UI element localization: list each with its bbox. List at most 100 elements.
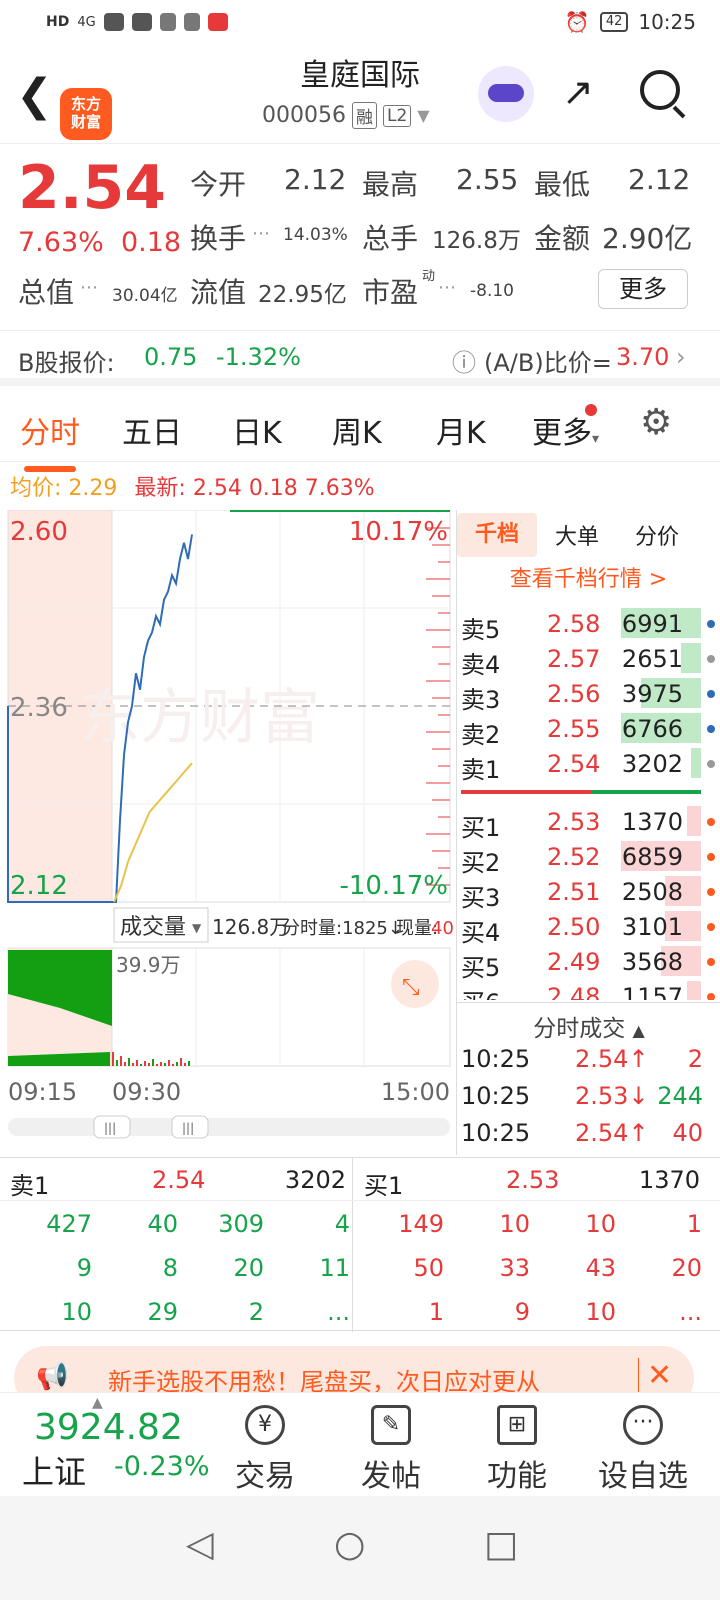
index-pct[interactable]: -0.23% bbox=[114, 1451, 210, 1482]
expand-icon[interactable]: ⤡ bbox=[402, 975, 420, 1000]
volume-total: 126.8万 bbox=[212, 915, 289, 939]
range-slider-track[interactable] bbox=[8, 1118, 450, 1136]
index-name[interactable]: 上证 bbox=[22, 1447, 86, 1493]
last-price: 2.54 bbox=[18, 153, 167, 223]
index-value[interactable]: 3924.82 bbox=[34, 1407, 183, 1448]
trades-panel[interactable]: 分时成交 ▲ 10:25 2.54↑ 2 10:25 2.53↓ 244 10:25 2.54… bbox=[457, 1002, 720, 1155]
queue-divider bbox=[0, 1200, 720, 1201]
bid-row[interactable]: 买5 2.49 3568 bbox=[457, 944, 720, 982]
b-share-price: 0.75 bbox=[144, 343, 198, 371]
intraday-chart-svg[interactable]: 东方财富 2.60 2.36 2.12 10.17% -10.17% 成交量 ▼… bbox=[0, 509, 456, 1160]
bid-row[interactable]: 买3 2.51 2508 bbox=[457, 874, 720, 912]
float-label: 流值 bbox=[190, 276, 247, 309]
b-share-row[interactable]: B股报价: 0.75 -1.32% ⓘ (A/B)比价= 3.70 › bbox=[0, 330, 720, 386]
bid-price: 2.50 bbox=[547, 913, 601, 941]
stock-name[interactable]: 皇庭国际 bbox=[0, 50, 720, 94]
volume-value: 126.8万 bbox=[432, 228, 521, 254]
status-dot bbox=[707, 818, 715, 826]
queue-sell-volume: 3202 bbox=[284, 1166, 346, 1194]
wechat-icon bbox=[159, 13, 176, 31]
nav-add-watchlist[interactable]: ··· 设自选 bbox=[598, 1405, 688, 1495]
y-top-label: 2.60 bbox=[10, 517, 68, 547]
status-bar: HD 4G ⏰ 42 10:25 bbox=[0, 0, 720, 44]
pe-label: 市盈 bbox=[362, 276, 419, 309]
help-icon[interactable]: ⓘ bbox=[452, 343, 476, 378]
nav-post[interactable]: ✎ 发帖 bbox=[346, 1405, 436, 1495]
bid-label: 买3 bbox=[461, 884, 501, 912]
volume-max-label: 39.9万 bbox=[116, 953, 181, 977]
system-nav-bar: ◁ ○ □ bbox=[0, 1496, 720, 1600]
home-circle-icon[interactable]: ○ bbox=[334, 1524, 365, 1565]
queue-sell-cell: 8 bbox=[162, 1254, 178, 1282]
nav-trade[interactable]: ¥ 交易 bbox=[220, 1405, 310, 1495]
queue-buy-cell: 1 bbox=[428, 1298, 444, 1326]
search-icon[interactable] bbox=[640, 70, 680, 110]
quote-panel: 2.54 7.63% 0.18 今开 2.12 最高 2.55 最低 2.12 … bbox=[0, 145, 720, 330]
y-bot-label: 2.12 bbox=[10, 871, 68, 901]
bid-price: 2.48 bbox=[547, 983, 601, 1000]
queue-sell-cell: 309 bbox=[218, 1210, 264, 1238]
trades-title: 分时成交 ▲ bbox=[533, 1016, 645, 1042]
queue-buy-cell: 10 bbox=[585, 1210, 616, 1238]
queue-buy-cell: 10 bbox=[585, 1298, 616, 1326]
volume-bar bbox=[140, 1064, 142, 1066]
bid-row[interactable]: 买6 2.48 1157 bbox=[457, 979, 720, 1000]
info-icon[interactable]: ⋯ bbox=[438, 277, 456, 298]
y-mid-label: 2.36 bbox=[10, 693, 68, 723]
bid-row[interactable]: 买1 2.53 1370 bbox=[457, 804, 720, 842]
trade-time: 10:25 bbox=[461, 1119, 531, 1147]
bid-label: 买4 bbox=[461, 919, 501, 947]
queue-sell-cell: 9 bbox=[76, 1254, 92, 1282]
tab-five-day[interactable]: 五日 bbox=[122, 408, 182, 452]
open-label: 今开 bbox=[190, 168, 247, 201]
volume-bar bbox=[120, 1056, 122, 1066]
bid-row[interactable]: 买4 2.50 3101 bbox=[457, 909, 720, 947]
intraday-chart[interactable]: 东方财富 2.60 2.36 2.12 10.17% -10.17% 成交量 ▼… bbox=[0, 509, 456, 1160]
avg-line bbox=[113, 762, 193, 903]
ab-ratio-label: (A/B)比价= bbox=[484, 349, 612, 377]
back-triangle-icon[interactable]: ◁ bbox=[186, 1524, 214, 1565]
tab-intraday[interactable]: 分时 bbox=[20, 408, 80, 472]
queue-buy-cell: 20 bbox=[671, 1254, 702, 1282]
more-button[interactable]: 更多 bbox=[598, 269, 688, 309]
volume-label: 成交量 bbox=[120, 915, 186, 940]
queue-sell-cell: 4 bbox=[334, 1210, 350, 1238]
grid-icon: ⊞ bbox=[497, 1405, 537, 1445]
volume-bar bbox=[168, 1060, 170, 1066]
ab-ratio-value: 3.70 bbox=[616, 343, 670, 371]
minute-volume: 分时量:1825↓ bbox=[282, 918, 403, 939]
trade-row: 10:25 2.54↑ 2 bbox=[457, 1045, 720, 1079]
info-icon[interactable]: ⋯ bbox=[252, 223, 270, 244]
volume-bar bbox=[132, 1063, 134, 1066]
low-value: 2.12 bbox=[628, 163, 691, 196]
stock-header: ❮ 东方 财富 皇庭国际 000056 融 L2 ▼ ↗ bbox=[0, 44, 720, 144]
tab-weekly-k[interactable]: 周K bbox=[332, 408, 382, 452]
nav-functions[interactable]: ⊞ 功能 bbox=[472, 1405, 562, 1495]
info-icon[interactable]: ⋯ bbox=[80, 277, 98, 298]
turnover-label: 换手 bbox=[190, 222, 247, 255]
tab-monthly-k[interactable]: 月K bbox=[436, 408, 486, 452]
trade-row: 10:25 2.53↓ 244 bbox=[457, 1082, 720, 1116]
share-icon[interactable]: ↗ bbox=[562, 70, 594, 114]
volume-label: 总手 bbox=[362, 222, 419, 255]
bid-row[interactable]: 买2 2.52 6859 bbox=[457, 839, 720, 877]
high-label: 最高 bbox=[362, 168, 419, 201]
app-logo[interactable]: 东方 财富 bbox=[60, 88, 112, 140]
gear-icon[interactable]: ⚙ bbox=[640, 402, 672, 443]
tab-more[interactable]: 更多▾ bbox=[532, 404, 599, 452]
bid-label: 买5 bbox=[461, 954, 501, 982]
queue-sell-cell: 29 bbox=[147, 1298, 178, 1326]
volume-bar bbox=[160, 1062, 162, 1066]
volume-bar bbox=[156, 1064, 158, 1066]
recent-square-icon[interactable]: □ bbox=[484, 1524, 518, 1565]
queue-sell-cell: 40 bbox=[147, 1210, 178, 1238]
volume-bar bbox=[112, 1052, 114, 1066]
stock-code[interactable]: 000056 融 L2 ▼ bbox=[262, 102, 430, 129]
bid-price: 2.49 bbox=[547, 948, 601, 976]
trade-price: 2.54↑ bbox=[575, 1119, 649, 1147]
volume-bar bbox=[136, 1060, 138, 1066]
tab-daily-k[interactable]: 日K bbox=[232, 408, 282, 452]
battery-icon: 42 bbox=[599, 12, 629, 32]
assistant-avatar[interactable] bbox=[478, 66, 534, 122]
close-icon[interactable]: ✕ bbox=[638, 1358, 672, 1393]
